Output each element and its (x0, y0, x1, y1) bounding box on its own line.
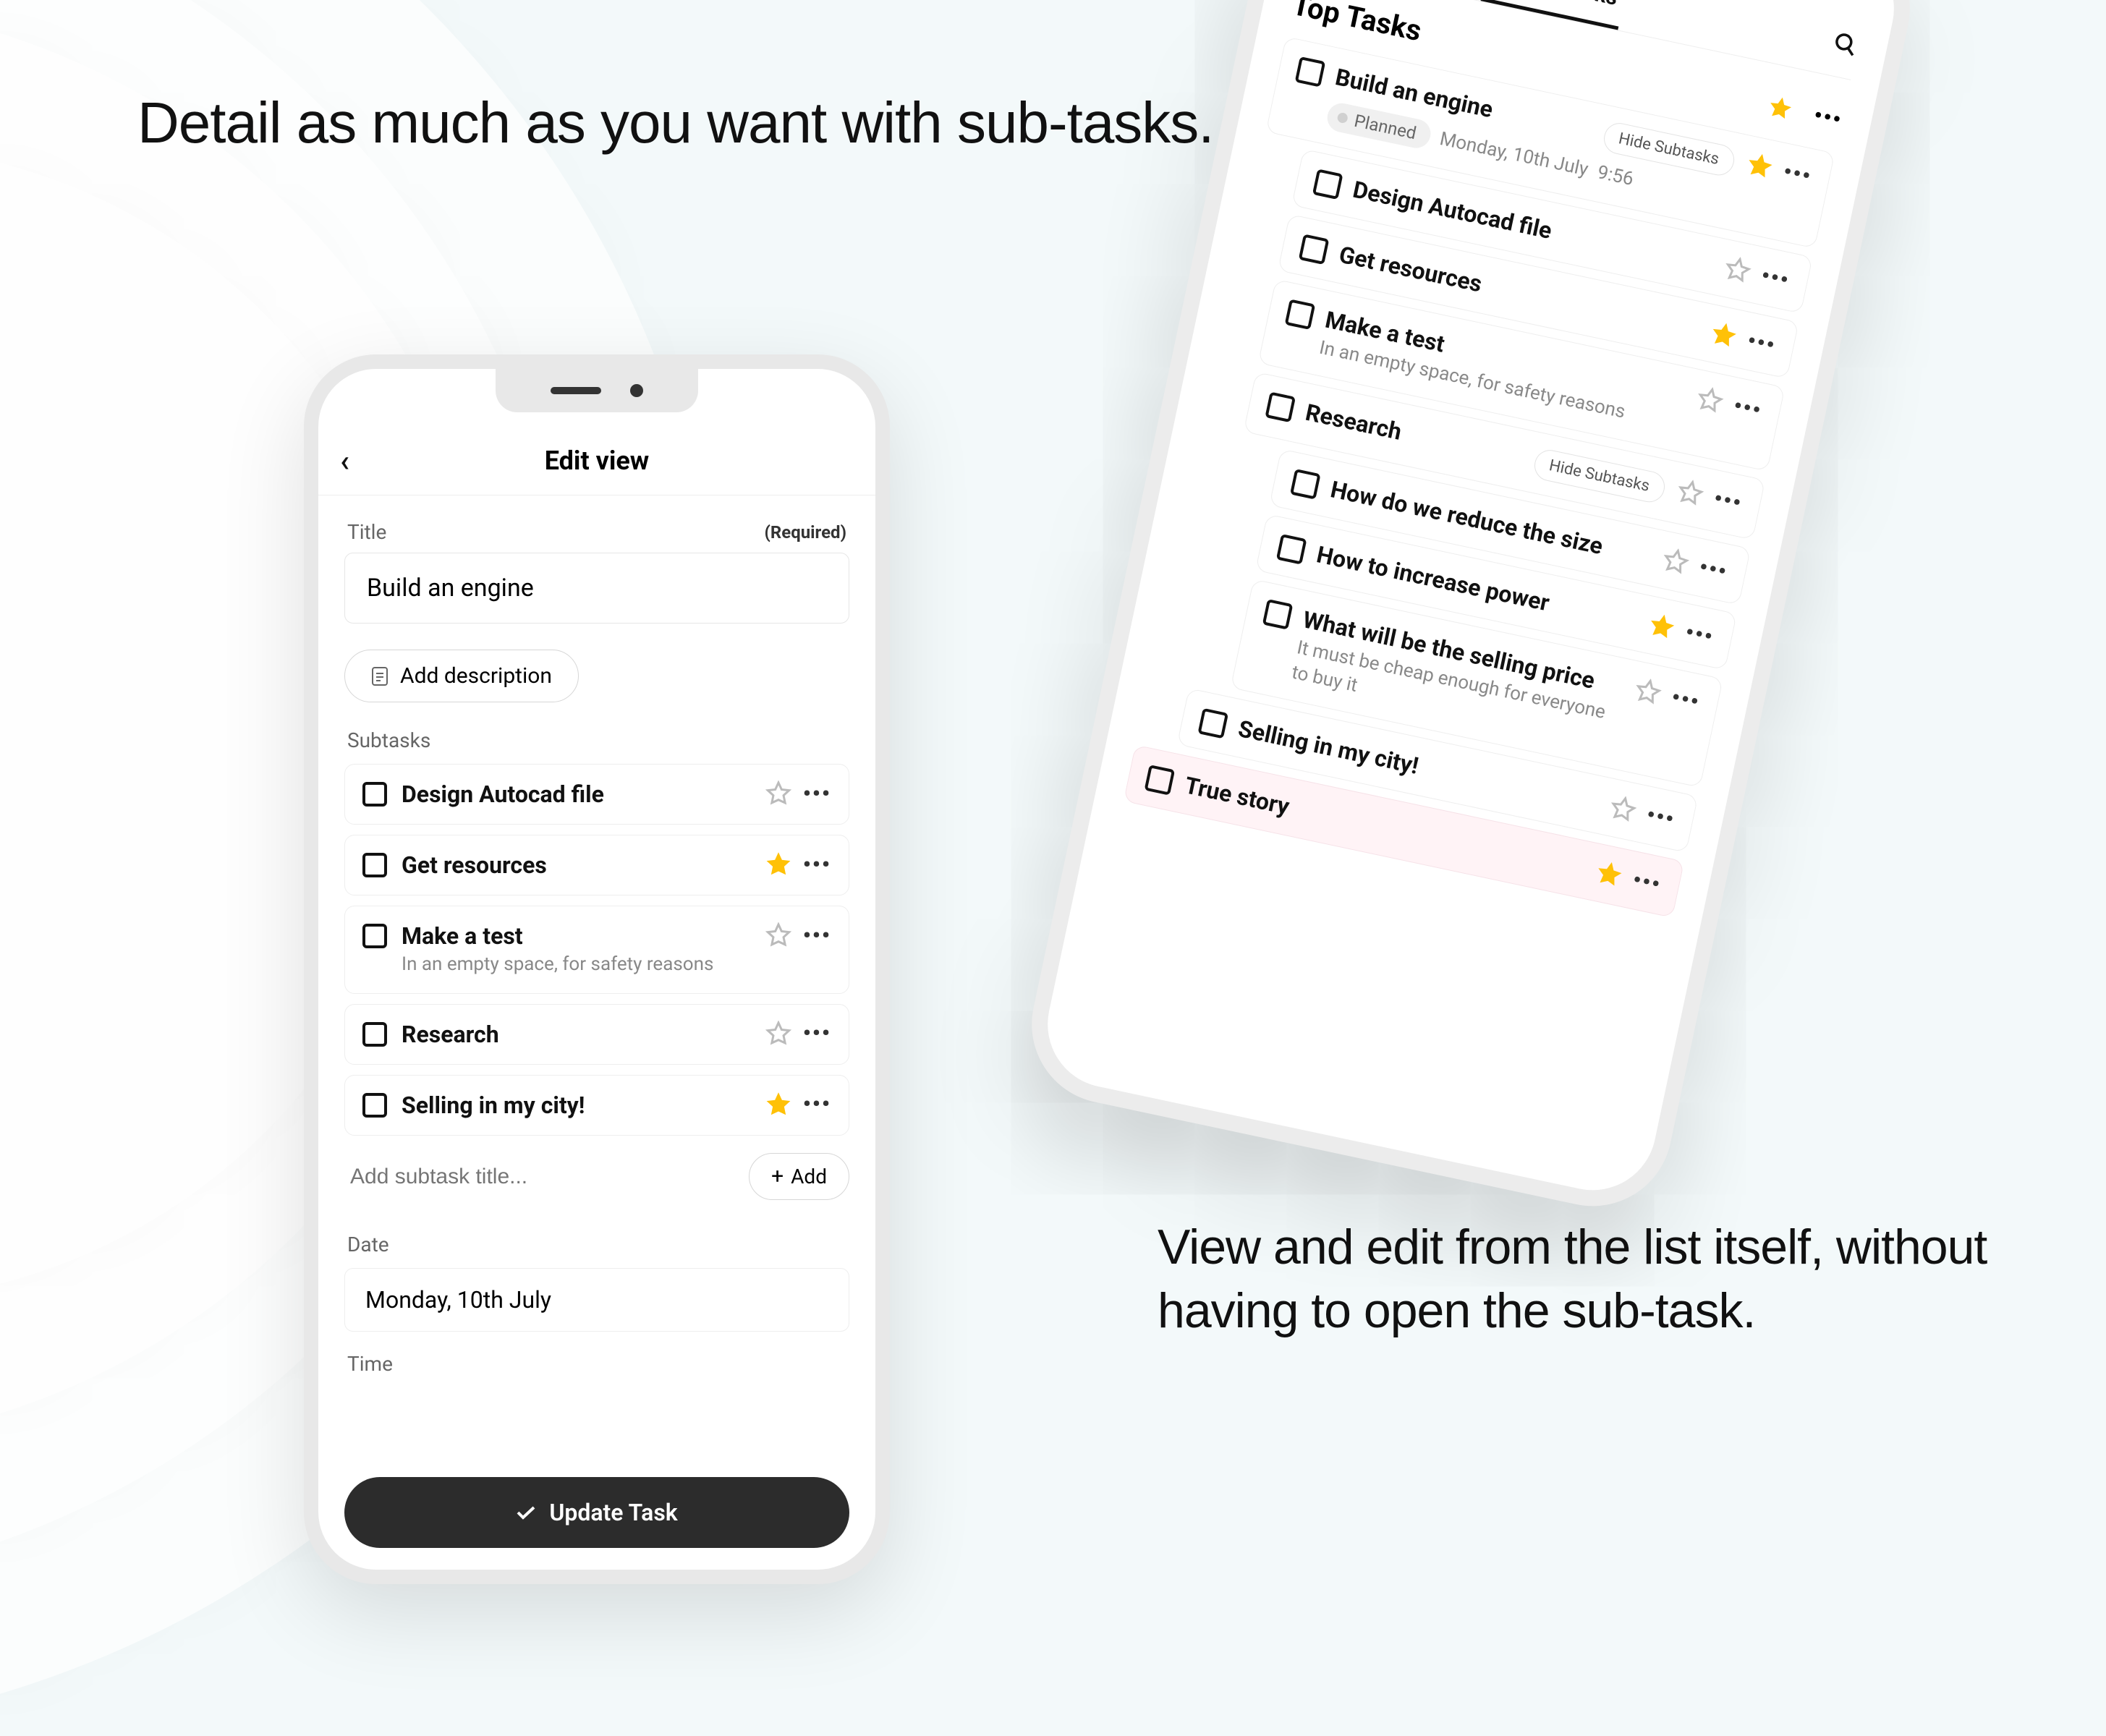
search-icon[interactable] (1829, 30, 1860, 69)
more-icon[interactable]: ••• (1731, 393, 1765, 423)
date-input[interactable]: Monday, 10th July (344, 1268, 849, 1332)
star-icon[interactable] (765, 922, 791, 948)
more-icon[interactable]: ••• (1745, 328, 1778, 358)
subtask-title: Get resources (402, 851, 751, 879)
subtask-item[interactable]: Get resources ••• (344, 835, 849, 895)
more-icon[interactable]: ••• (1683, 619, 1716, 650)
checkbox[interactable] (362, 782, 387, 807)
subtask-title: Selling in my city! (402, 1092, 751, 1119)
time-label: Time (344, 1352, 849, 1382)
more-icon[interactable]: ••• (803, 1092, 831, 1117)
star-icon[interactable] (1694, 385, 1725, 416)
subtask-item[interactable]: Research ••• (344, 1004, 849, 1065)
more-icon[interactable]: ••• (803, 1021, 831, 1046)
more-icon[interactable]: ••• (1759, 263, 1792, 293)
subtask-title: Design Autocad file (402, 780, 751, 808)
subtask-item[interactable]: Selling in my city! ••• (344, 1075, 849, 1136)
phone-top-tasks: Last Activity Top Tasks Top Tasks (1017, 0, 1925, 1221)
subtask-desc: In an empty space, for safety reasons (402, 953, 751, 977)
star-icon[interactable] (1708, 320, 1739, 351)
add-description-label: Add description (400, 663, 552, 689)
date-label: Date (344, 1233, 849, 1262)
more-icon[interactable]: ••• (803, 781, 831, 807)
star-icon[interactable] (1632, 676, 1663, 707)
more-icon[interactable]: ••• (1697, 554, 1731, 584)
subtask-list: Design Autocad file ••• Get resources ••… (344, 764, 849, 1136)
title-input[interactable]: Build an engine (344, 553, 849, 624)
checkbox[interactable] (1295, 56, 1326, 88)
back-icon[interactable]: ‹ (340, 443, 349, 479)
checkbox[interactable] (1276, 534, 1307, 565)
checkbox[interactable] (362, 1093, 387, 1118)
checkbox[interactable] (1144, 765, 1175, 796)
more-icon[interactable]: ••• (1669, 684, 1702, 715)
checkbox[interactable] (1285, 299, 1316, 330)
checkbox[interactable] (1290, 469, 1321, 500)
more-icon[interactable]: ••• (1781, 158, 1814, 189)
star-icon[interactable] (765, 780, 791, 807)
headline-left: Detail as much as you want with sub-task… (137, 87, 1214, 159)
more-icon[interactable]: ••• (803, 923, 831, 948)
star-icon[interactable] (765, 851, 791, 877)
subtask-item[interactable]: Design Autocad file ••• (344, 764, 849, 825)
subtasks-label: Subtasks (344, 728, 849, 758)
header-title: Edit view (340, 446, 854, 476)
check-icon (516, 1505, 536, 1520)
phone-edit-view: ‹ Edit view Title (Required) Build an en… (304, 354, 890, 1584)
star-icon[interactable] (1660, 546, 1691, 577)
title-label-row: Title (Required) (344, 495, 849, 553)
task-list: Build an engine Hide Subtasks Planned Mo… (1069, 36, 1835, 1175)
checkbox[interactable] (1265, 392, 1296, 423)
plus-icon: + (771, 1164, 784, 1189)
star-icon[interactable] (765, 1092, 791, 1118)
hide-subtasks-button[interactable]: Hide Subtasks (1532, 447, 1668, 505)
add-subtask-input[interactable] (344, 1152, 737, 1202)
more-icon[interactable]: ••• (1812, 103, 1845, 133)
update-task-label: Update Task (549, 1499, 677, 1526)
subtask-item[interactable]: Make a test In an empty space, for safet… (344, 906, 849, 994)
more-icon[interactable]: ••• (1712, 485, 1745, 516)
title-label: Title (347, 520, 386, 544)
more-icon[interactable]: ••• (1644, 802, 1678, 833)
task-time: 9:56 (1595, 161, 1635, 190)
checkbox[interactable] (362, 853, 387, 877)
tab-top-tasks-label: Top Tasks (1519, 0, 1620, 11)
checkbox[interactable] (1262, 599, 1294, 630)
star-icon[interactable] (1608, 793, 1639, 825)
star-icon[interactable] (1646, 611, 1677, 642)
tab-top-tasks[interactable]: Top Tasks (1481, 0, 1630, 30)
star-icon[interactable] (1765, 93, 1796, 124)
checkbox[interactable] (1197, 708, 1228, 739)
more-icon[interactable]: ••• (1631, 867, 1664, 898)
more-icon[interactable]: ••• (803, 852, 831, 877)
checkbox[interactable] (362, 1022, 387, 1047)
edit-view-header: ‹ Edit view (318, 427, 875, 495)
required-label: (Required) (764, 522, 846, 542)
checkbox[interactable] (1299, 234, 1330, 265)
star-icon[interactable] (765, 1021, 791, 1047)
star-icon[interactable] (1722, 255, 1753, 286)
add-description-button[interactable]: Add description (344, 650, 579, 702)
document-icon (371, 666, 388, 686)
subtask-title: Make a test (402, 922, 751, 950)
star-icon[interactable] (1594, 859, 1625, 890)
star-icon[interactable] (1744, 150, 1775, 182)
star-icon[interactable] (1675, 477, 1706, 509)
phone-notch (496, 369, 698, 412)
add-subtask-button[interactable]: + Add (749, 1153, 849, 1200)
add-button-label: Add (791, 1165, 827, 1188)
checkbox[interactable] (362, 924, 387, 948)
update-task-button[interactable]: Update Task (344, 1477, 849, 1548)
add-subtask-row: + Add (344, 1152, 849, 1202)
subtask-title: Research (402, 1021, 751, 1048)
headline-right: View and edit from the list itself, with… (1158, 1215, 2106, 1343)
checkbox[interactable] (1312, 169, 1343, 200)
